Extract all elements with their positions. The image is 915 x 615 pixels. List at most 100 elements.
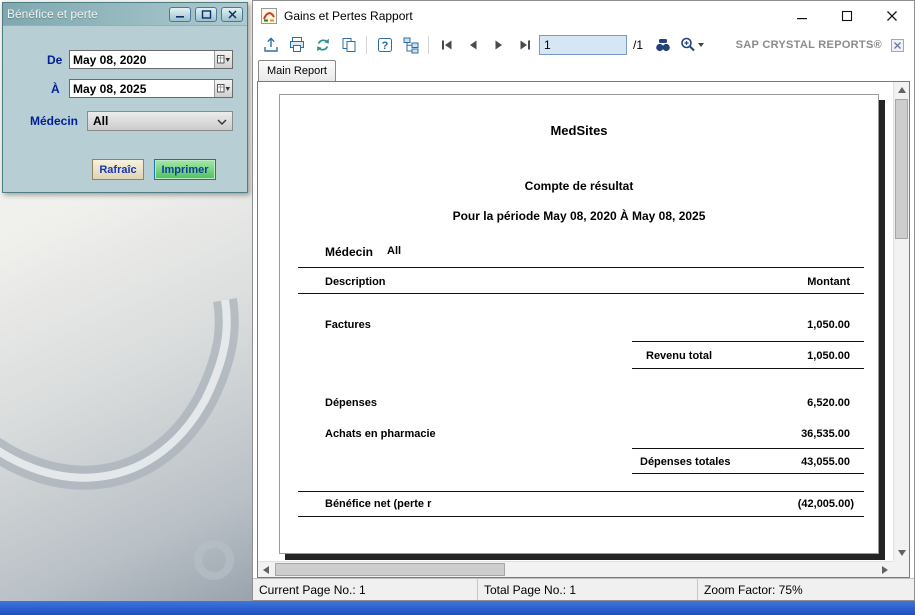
close-icon <box>227 10 238 19</box>
row-value: 1,050.00 <box>807 350 850 362</box>
tab-main-report[interactable]: Main Report <box>258 60 336 81</box>
calendar-dropdown-icon <box>217 83 230 94</box>
print-icon <box>288 36 306 54</box>
sap-crystal-reports-brand: SAP CRYSTAL REPORTS® <box>736 39 882 51</box>
find-button[interactable] <box>651 34 674 56</box>
toggle-group-tree-button[interactable] <box>399 34 422 56</box>
chevron-down-icon <box>217 114 227 128</box>
dialog-titlebar[interactable]: Bénéfice et perte <box>3 3 247 26</box>
export-button[interactable] <box>259 34 282 56</box>
scroll-down-button[interactable] <box>894 545 910 561</box>
column-montant: Montant <box>807 276 850 288</box>
window-titlebar[interactable]: Gains et Pertes Rapport <box>253 1 914 31</box>
scroll-left-button[interactable] <box>258 562 274 578</box>
report-page: MedSites Compte de résultat Pour la péri… <box>279 94 879 554</box>
subtotal-rule <box>632 473 864 474</box>
rule <box>298 491 864 492</box>
maximize-icon <box>201 10 212 19</box>
app-icon <box>261 8 277 24</box>
next-page-icon <box>491 37 507 53</box>
copy-button[interactable] <box>337 34 360 56</box>
refresh-button[interactable] <box>311 34 334 56</box>
benefice-et-perte-dialog: Bénéfice et perte De À <box>2 2 248 193</box>
rule <box>298 267 864 268</box>
viewer-toolbar: ? <box>253 31 914 59</box>
medecin-label: Médecin <box>30 114 78 128</box>
window-minimize-button[interactable] <box>779 1 824 31</box>
dialog-title: Bénéfice et perte <box>7 7 98 21</box>
scroll-right-button[interactable] <box>877 562 893 578</box>
print-report-button[interactable]: Imprimer <box>154 159 216 180</box>
report-viewer: MedSites Compte de résultat Pour la péri… <box>257 81 910 578</box>
triangle-right-icon <box>882 566 892 574</box>
export-icon <box>262 36 280 54</box>
status-zoom-factor: Zoom Factor: 75% <box>698 579 914 600</box>
scrollbar-corner <box>893 561 909 577</box>
row-label: Dépenses totales <box>640 456 730 468</box>
row-value: 36,535.00 <box>801 428 850 440</box>
row-label: Dépenses <box>325 397 377 409</box>
refresh-button[interactable]: Rafraîc <box>92 159 144 180</box>
status-total-page: Total Page No.: 1 <box>478 579 698 600</box>
rule <box>298 293 864 294</box>
dialog-close-button[interactable] <box>221 7 243 22</box>
subtotal-rule <box>632 448 864 449</box>
row-value: 6,520.00 <box>807 397 850 409</box>
scroll-up-button[interactable] <box>894 82 910 98</box>
row-value: 43,055.00 <box>801 456 850 468</box>
window-maximize-button[interactable] <box>824 1 869 31</box>
print-button[interactable] <box>285 34 308 56</box>
report-medecin-value: All <box>387 245 401 257</box>
previous-page-icon <box>465 37 481 53</box>
help-icon: ? <box>376 36 394 54</box>
date-from-field[interactable] <box>69 50 233 69</box>
date-to-picker-button[interactable] <box>214 80 232 97</box>
subtotal-rule <box>632 368 864 369</box>
row-label: Bénéfice net (perte r <box>325 498 431 510</box>
date-to-input[interactable] <box>70 80 214 97</box>
toolbar-separator <box>428 36 429 54</box>
report-period: Pour la période May 08, 2020 À May 08, 2… <box>280 209 878 223</box>
triangle-down-icon <box>898 550 906 560</box>
first-page-button[interactable] <box>435 34 458 56</box>
last-page-icon <box>517 37 533 53</box>
next-page-button[interactable] <box>487 34 510 56</box>
previous-page-button[interactable] <box>461 34 484 56</box>
medecin-dropdown[interactable]: All <box>87 111 233 131</box>
report-window: Gains et Pertes Rapport <box>252 0 915 601</box>
report-medecin-label: Médecin <box>325 245 373 259</box>
date-from-picker-button[interactable] <box>214 51 232 68</box>
taskbar-strip <box>0 601 915 615</box>
horizontal-scrollbar[interactable] <box>258 561 893 577</box>
maximize-icon <box>841 10 853 22</box>
triangle-up-icon <box>898 83 906 93</box>
group-tree-icon <box>402 36 420 54</box>
zoom-button[interactable] <box>677 34 707 56</box>
page-total-label: /1 <box>633 38 643 52</box>
page-number-input[interactable] <box>539 35 627 55</box>
column-description: Description <box>325 276 386 288</box>
row-label: Achats en pharmacie <box>325 428 436 440</box>
date-from-input[interactable] <box>70 51 214 68</box>
tab-bar: Main Report <box>253 59 914 81</box>
rule <box>298 516 864 517</box>
copy-icon <box>340 36 358 54</box>
horizontal-scroll-thumb[interactable] <box>275 563 505 576</box>
help-button[interactable]: ? <box>373 34 396 56</box>
dialog-minimize-button[interactable] <box>169 7 191 22</box>
brand-close-button[interactable] <box>891 39 904 52</box>
row-label: Factures <box>325 319 371 331</box>
vertical-scrollbar[interactable] <box>893 82 909 561</box>
vertical-scroll-thumb[interactable] <box>895 99 908 239</box>
status-current-page: Current Page No.: 1 <box>253 579 478 600</box>
binoculars-icon <box>654 36 672 54</box>
window-close-button[interactable] <box>869 1 914 31</box>
date-to-field[interactable] <box>69 79 233 98</box>
refresh-icon <box>314 36 332 54</box>
last-page-button[interactable] <box>513 34 536 56</box>
dialog-maximize-button[interactable] <box>195 7 217 22</box>
report-title: Compte de résultat <box>280 179 878 193</box>
toolbar-separator <box>366 36 367 54</box>
close-icon <box>891 39 904 52</box>
window-title: Gains et Pertes Rapport <box>284 9 413 23</box>
